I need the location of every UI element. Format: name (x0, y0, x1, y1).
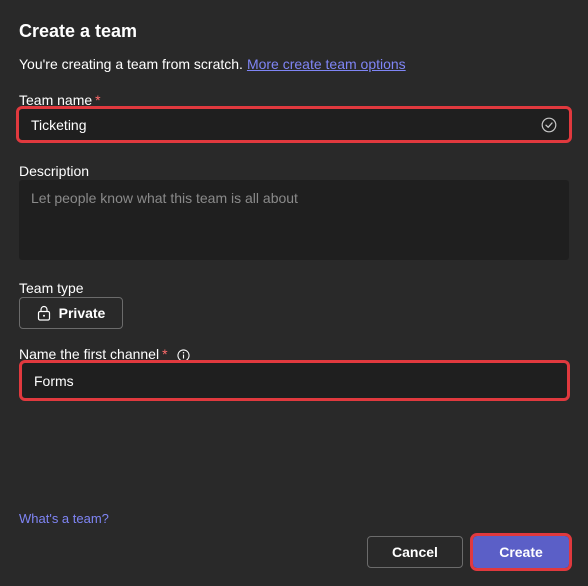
description-textarea[interactable]: Let people know what this team is all ab… (19, 180, 569, 260)
team-name-value: Ticketing (31, 116, 87, 133)
first-channel-value: Forms (34, 372, 74, 389)
team-name-input[interactable]: Ticketing (16, 106, 572, 143)
first-channel-label-text: Name the first channel (19, 346, 160, 362)
whats-a-team-link[interactable]: What's a team? (19, 511, 109, 526)
required-mark: * (162, 346, 168, 362)
subtitle-text: You're creating a team from scratch. (19, 56, 243, 72)
create-team-dialog: Create a team You're creating a team fro… (0, 0, 588, 586)
first-channel-label: Name the first channel * (19, 346, 191, 362)
description-placeholder: Let people know what this team is all ab… (31, 190, 298, 206)
check-circle-icon (541, 117, 557, 132)
create-button[interactable]: Create (470, 533, 572, 571)
team-type-button[interactable]: Private (19, 297, 123, 329)
team-type-label: Team type (19, 280, 84, 296)
more-create-team-options-link[interactable]: More create team options (247, 56, 406, 72)
team-name-label-text: Team name (19, 92, 93, 108)
first-channel-input[interactable]: Forms (19, 360, 570, 401)
required-mark: * (95, 92, 101, 108)
dialog-subtitle: You're creating a team from scratch. More… (19, 56, 406, 72)
lock-icon (37, 305, 50, 321)
dialog-title: Create a team (19, 21, 138, 41)
team-type-value: Private (58, 305, 106, 321)
cancel-button[interactable]: Cancel (367, 536, 463, 568)
team-name-label: Team name * (19, 92, 101, 108)
description-label: Description (19, 163, 90, 179)
info-icon[interactable] (177, 349, 191, 362)
